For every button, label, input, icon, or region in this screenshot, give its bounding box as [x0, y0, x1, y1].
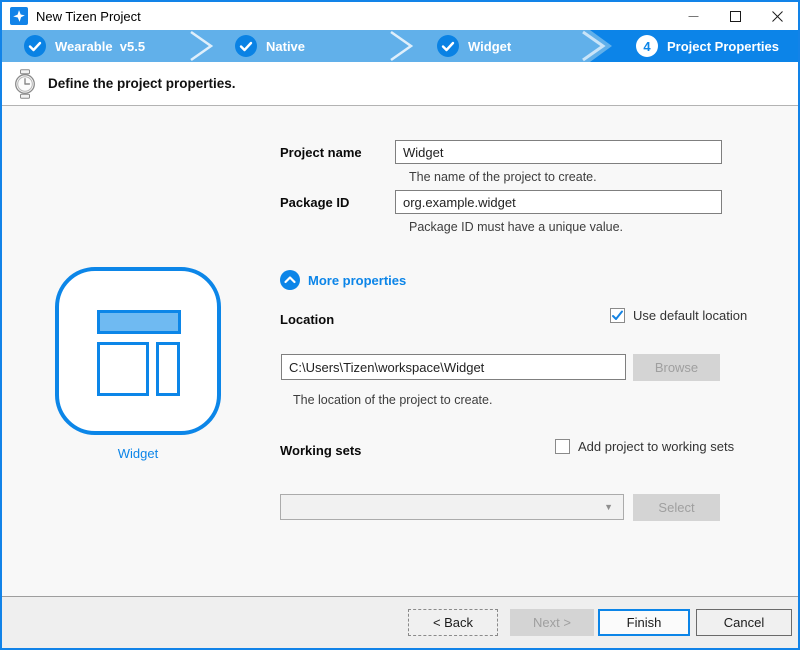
preview-top-bar [97, 310, 181, 334]
content-area: Widget Project name The name of the proj… [2, 106, 798, 596]
chevron-up-icon [280, 270, 300, 290]
browse-button[interactable]: Browse [633, 354, 720, 381]
window-title: New Tizen Project [36, 9, 141, 24]
location-input[interactable] [281, 354, 626, 380]
location-hint: The location of the project to create. [293, 393, 492, 407]
cancel-button[interactable]: Cancel [696, 609, 792, 636]
step-project-properties[interactable]: 4 Project Properties [636, 30, 779, 62]
check-icon [24, 35, 46, 57]
step-native[interactable]: Native [235, 30, 305, 62]
step-label: Native [266, 39, 305, 54]
checkbox-checked-icon[interactable] [610, 308, 625, 323]
step-label: Widget [468, 39, 511, 54]
use-default-location-checkbox[interactable]: Use default location [610, 308, 747, 323]
package-id-input[interactable] [395, 190, 722, 214]
project-name-input[interactable] [395, 140, 722, 164]
step-widget[interactable]: Widget [437, 30, 511, 62]
button-bar: < Back Next > Finish Cancel [2, 596, 798, 648]
step-number-badge: 4 [636, 35, 658, 57]
use-default-location-label[interactable]: Use default location [633, 308, 747, 323]
tizen-logo-icon [10, 7, 28, 25]
checkbox-unchecked-icon[interactable] [555, 439, 570, 454]
step-separator-icon [188, 30, 214, 62]
project-name-hint: The name of the project to create. [409, 170, 597, 184]
preview-label: Widget [55, 446, 221, 461]
location-label: Location [280, 312, 334, 327]
minimize-icon[interactable] [672, 2, 714, 30]
check-icon [437, 35, 459, 57]
page-header: Define the project properties. [2, 62, 798, 106]
next-button[interactable]: Next > [510, 609, 594, 636]
check-icon [235, 35, 257, 57]
step-separator-icon [388, 30, 414, 62]
working-sets-label: Working sets [280, 443, 361, 458]
select-button[interactable]: Select [633, 494, 720, 521]
more-properties-toggle[interactable]: More properties [280, 270, 406, 290]
close-icon[interactable] [756, 2, 798, 30]
package-id-hint: Package ID must have a unique value. [409, 220, 623, 234]
step-label: Wearable v5.5 [55, 39, 145, 54]
window-controls [672, 2, 798, 30]
titlebar: New Tizen Project [2, 2, 798, 30]
back-button[interactable]: < Back [408, 609, 498, 636]
project-name-label: Project name [280, 145, 362, 160]
add-to-working-sets-label[interactable]: Add project to working sets [578, 439, 734, 454]
finish-button[interactable]: Finish [598, 609, 690, 636]
step-label: Project Properties [667, 39, 779, 54]
maximize-icon[interactable] [714, 2, 756, 30]
package-id-label: Package ID [280, 195, 349, 210]
wizard-steps-bar: Wearable v5.5 Native Widget 4 Project Pr… [2, 30, 798, 62]
widget-template-preview [55, 267, 221, 435]
chevron-down-icon: ▼ [604, 502, 613, 512]
new-tizen-project-dialog: New Tizen Project Wearable v5.5 [0, 0, 800, 650]
more-properties-label: More properties [308, 273, 406, 288]
preview-left-panel [97, 342, 149, 396]
step-wearable[interactable]: Wearable v5.5 [24, 30, 145, 62]
page-description: Define the project properties. [48, 76, 236, 91]
watch-icon [14, 69, 36, 99]
working-sets-dropdown[interactable]: ▼ [280, 494, 624, 520]
add-to-working-sets-checkbox[interactable]: Add project to working sets [555, 439, 734, 454]
preview-right-panel [156, 342, 180, 396]
